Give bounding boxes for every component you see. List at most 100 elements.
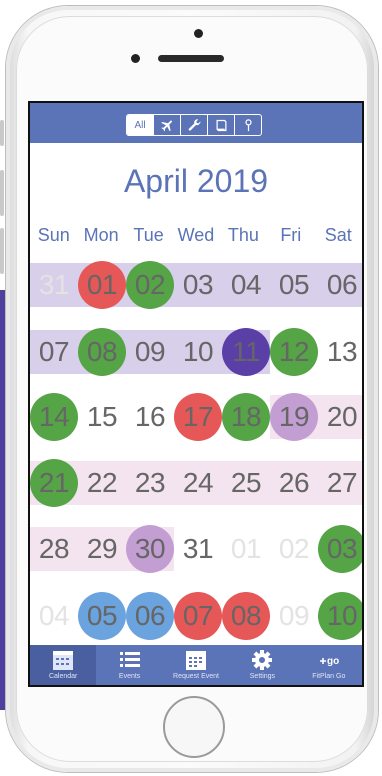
calendar-day-number: 01 (230, 533, 262, 564)
calendar-day[interactable]: 20 (318, 393, 362, 441)
calendar-day-number: 05 (278, 269, 310, 300)
volume-up-button (0, 170, 4, 216)
calendar-day[interactable]: 31 (30, 261, 78, 309)
weekday-label: Thu (227, 225, 259, 245)
calendar-day[interactable]: 25 (222, 459, 270, 507)
calendar-day-number: 06 (326, 269, 358, 300)
calendar-day[interactable]: 22 (78, 459, 126, 507)
tab-calendar-label: Calendar (48, 673, 78, 680)
calendar-day[interactable]: 02 (126, 261, 174, 309)
svg-text:go: go (327, 656, 339, 667)
calendar-day[interactable]: 12 (270, 328, 318, 376)
calendar-week-row: 28 29 30 31 01 02 03 (30, 525, 362, 573)
filter-all-button[interactable]: All (127, 115, 153, 135)
calendar-day[interactable]: 05 (270, 261, 318, 309)
filter-location-button[interactable] (234, 115, 261, 135)
calendar-day[interactable]: 27 (318, 459, 362, 507)
tab-request-event[interactable]: Request Event (163, 645, 229, 685)
mute-switch (0, 120, 4, 146)
calendar-day[interactable]: 29 (78, 525, 126, 573)
filter-all-label: All (134, 119, 146, 131)
calendar-day[interactable]: 06 (318, 261, 362, 309)
calendar-day-number: 02 (278, 533, 310, 564)
airplane-icon (160, 120, 172, 131)
calendar-day-number: 04 (230, 269, 262, 300)
calendar-day[interactable]: 18 (222, 393, 270, 441)
calendar-day-number: 08 (86, 336, 118, 367)
calendar-day-number: 08 (230, 600, 262, 631)
calendar-day[interactable]: 23 (126, 459, 174, 507)
calendar-day[interactable]: 11 (222, 328, 270, 376)
calendar-day[interactable]: 10 (174, 328, 222, 376)
calendar-day[interactable]: 26 (270, 459, 318, 507)
calendar-day[interactable]: 02 (270, 525, 318, 573)
calendar-day[interactable]: 01 (222, 525, 270, 573)
calendar-day[interactable]: 30 (126, 525, 174, 573)
calendar-day-number: 09 (134, 336, 166, 367)
tab-request-event-label: Request Event (173, 673, 219, 680)
calendar-day-number: 17 (182, 401, 214, 432)
calendar-day[interactable]: 08 (78, 328, 126, 376)
tab-calendar[interactable]: Calendar (30, 645, 97, 685)
calendar-day[interactable]: 03 (318, 525, 362, 573)
calendar-day-number: 24 (182, 467, 214, 498)
calendar-day[interactable]: 21 (30, 459, 78, 507)
weekday-label: Fri (280, 225, 302, 245)
calendar-week-row: 31 01 02 03 04 05 06 (30, 261, 362, 309)
tab-settings[interactable]: Settings (229, 645, 295, 685)
calendar-day[interactable]: 19 (270, 393, 318, 441)
home-button[interactable] (163, 696, 225, 758)
tab-events[interactable]: Events (96, 645, 162, 685)
calendar-day[interactable]: 06 (126, 592, 174, 640)
calendar-day[interactable]: 05 (78, 592, 126, 640)
calendar-day[interactable]: 01 (78, 261, 126, 309)
calendar-day-number: 05 (86, 600, 118, 631)
calendar-day-number: 15 (86, 401, 118, 432)
calendar-day[interactable]: 09 (126, 328, 174, 376)
calendar-day-number: 19 (278, 401, 310, 432)
weekday-label: Sun (37, 225, 70, 245)
calendar-day[interactable]: 13 (318, 328, 362, 376)
calendar-day-number: 01 (86, 269, 118, 300)
calendar-day[interactable]: 14 (30, 393, 78, 441)
calendar-day[interactable]: 07 (30, 328, 78, 376)
calendar-day[interactable]: 17 (174, 393, 222, 441)
weekday-label: Wed (177, 225, 215, 245)
calendar-day-number: 26 (278, 467, 310, 498)
tab-events-label: Events (118, 673, 141, 680)
calendar-day[interactable]: 28 (30, 525, 78, 573)
calendar-day[interactable]: 09 (270, 592, 318, 640)
tab-settings-label: Settings (249, 673, 276, 680)
filter-training-button[interactable] (207, 115, 234, 135)
calendar-day[interactable]: 16 (126, 393, 174, 441)
weekday-label: Sat (324, 225, 352, 245)
calendar-day[interactable]: 31 (174, 525, 222, 573)
calendar-day-number: 02 (134, 269, 166, 300)
calendar-day[interactable]: 04 (222, 261, 270, 309)
calendar-day-number: 23 (134, 467, 166, 498)
filter-travel-button[interactable] (153, 115, 180, 135)
calendar-day[interactable]: 08 (222, 592, 270, 640)
volume-down-button (0, 228, 4, 274)
calendar-day-number: 10 (182, 336, 214, 367)
weekday-label: Tue (133, 225, 164, 245)
filter-maintenance-button[interactable] (180, 115, 207, 135)
tab-fitplan-go[interactable]: go FitPlan Go (296, 645, 362, 685)
calendar-day-number: 20 (326, 401, 358, 432)
calendar-day[interactable]: 07 (174, 592, 222, 640)
list-icon (119, 652, 140, 667)
calendar-day[interactable]: 10 (318, 592, 362, 640)
pin-icon (244, 118, 252, 131)
weekday-header: Sun Mon Tue Wed Thu Fri Sat (30, 225, 362, 247)
filter-bar: All (30, 103, 362, 143)
calendar-day[interactable]: 24 (174, 459, 222, 507)
calendar-plus-icon (186, 651, 207, 670)
filter-segmented-control: All (126, 114, 262, 136)
calendar-day-number: 11 (231, 336, 261, 367)
calendar-day[interactable]: 15 (78, 393, 126, 441)
calendar-day[interactable]: 04 (30, 592, 78, 640)
calendar-week-row: 04 05 06 07 08 09 10 (30, 592, 362, 640)
calendar-icon (53, 651, 74, 670)
weekday-label: Mon (83, 225, 119, 245)
calendar-day[interactable]: 03 (174, 261, 222, 309)
